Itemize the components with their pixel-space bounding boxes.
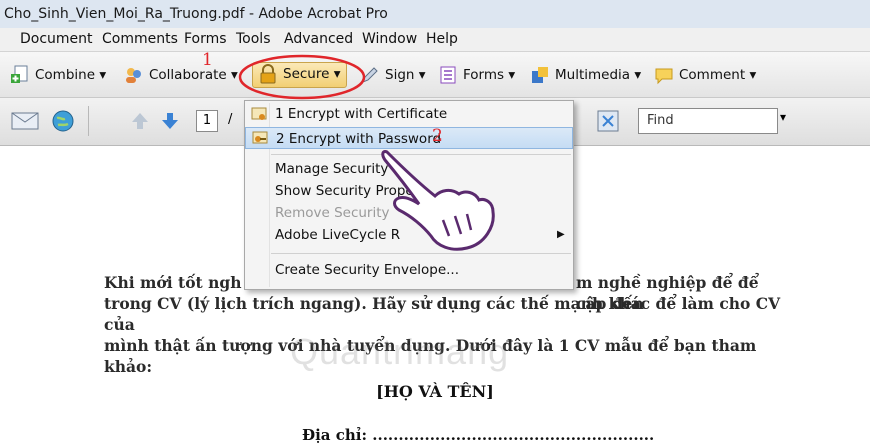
menu-item-label: Remove Security [275, 205, 390, 221]
paragraph-line-1b: m nghề nghiệp để để cập đến [576, 273, 759, 313]
address-line: Địa chỉ: ...............................… [302, 426, 655, 444]
collaborate-button[interactable]: Collaborate ▾ [124, 64, 238, 86]
page-separator: / [228, 112, 233, 127]
fit-page-icon[interactable] [596, 109, 620, 133]
toolbar-divider [88, 106, 89, 136]
multimedia-label: Multimedia [555, 67, 631, 83]
step-2-label: 2 [432, 126, 443, 146]
paragraph-line-1a: Khi mới tốt ngh [104, 273, 242, 292]
comment-label: Comment [679, 67, 746, 83]
collaborate-label: Collaborate [149, 67, 227, 83]
document-heading: [HỌ VÀ TÊN] [376, 382, 494, 401]
menu-window[interactable]: Window [362, 31, 417, 47]
menu-item-encrypt-password[interactable]: 2 Encrypt with Password [245, 127, 573, 149]
globe-icon[interactable] [50, 109, 76, 133]
certificate-icon [251, 107, 267, 120]
menu-forms[interactable]: Forms [184, 31, 227, 47]
menu-item-label: Adobe LiveCycle R [275, 227, 401, 243]
forms-button[interactable]: Forms ▾ [438, 64, 515, 86]
step-1-label: 1 [202, 50, 213, 70]
menu-tools[interactable]: Tools [236, 31, 271, 47]
email-icon[interactable] [10, 110, 40, 132]
menu-item-label: Create Security Envelope... [275, 262, 460, 278]
combine-icon [11, 65, 28, 83]
next-page-icon[interactable] [160, 111, 180, 131]
menu-item-show-security-properties[interactable]: Show Security Prope [245, 180, 573, 202]
window-title: Cho_Sinh_Vien_Moi_Ra_Truong.pdf - Adobe … [0, 0, 870, 28]
collaborate-icon [126, 68, 141, 83]
menu-item-adobe-livecycle[interactable]: Adobe LiveCycle R ment ▶ [245, 224, 573, 246]
forms-icon [440, 66, 456, 84]
sign-label: Sign [385, 67, 415, 83]
menu-item-label-tail: ment [443, 227, 479, 243]
forms-label: Forms [463, 67, 505, 83]
menu-document[interactable]: Document [20, 31, 93, 47]
find-dropdown-arrow[interactable]: ▾ [780, 110, 786, 124]
menu-item-remove-security[interactable]: Remove Security [245, 202, 573, 224]
menu-item-label: Show Security Prope [275, 183, 414, 199]
menu-item-create-security-envelope[interactable]: Create Security Envelope... [245, 259, 573, 281]
secure-button[interactable]: Secure ▾ [252, 62, 347, 88]
find-input[interactable]: Find [638, 108, 778, 134]
sign-button[interactable]: Sign ▾ [360, 64, 426, 86]
menu-item-label: Manage Security [275, 161, 389, 177]
multimedia-icon [532, 67, 548, 83]
pen-icon [362, 67, 378, 83]
password-key-icon [252, 131, 268, 144]
menu-item-manage-security[interactable]: Manage Security [245, 158, 573, 180]
menu-item-encrypt-certificate[interactable]: 1 Encrypt with Certificate [245, 103, 573, 125]
menu-separator [271, 154, 571, 155]
menu-advanced[interactable]: Advanced [284, 31, 353, 47]
page-number-input[interactable]: 1 [196, 110, 218, 132]
comment-icon [655, 68, 673, 85]
task-toolbar: Combine ▾ Collaborate ▾ Secure ▾ Sign ▾ … [0, 52, 870, 98]
previous-page-icon[interactable] [130, 111, 150, 131]
secure-label: Secure [283, 66, 330, 82]
submenu-arrow-icon: ▶ [557, 229, 565, 240]
lock-icon [260, 64, 276, 84]
menu-bar: Document Comments Forms Tools Advanced W… [0, 28, 870, 52]
menu-help[interactable]: Help [426, 31, 458, 47]
combine-button[interactable]: Combine ▾ [10, 64, 106, 86]
menu-comments[interactable]: Comments [102, 31, 178, 47]
comment-button[interactable]: Comment ▾ [654, 64, 756, 86]
menu-item-label: 2 Encrypt with Password [276, 131, 442, 147]
multimedia-button[interactable]: Multimedia ▾ [530, 64, 641, 86]
find-placeholder: Find [647, 113, 674, 128]
menu-separator [271, 253, 571, 254]
combine-label: Combine [35, 67, 96, 83]
menu-item-label: 1 Encrypt with Certificate [275, 106, 448, 122]
watermark: Quantrimang [290, 331, 510, 372]
security-dropdown-menu: 1 Encrypt with Certificate 2 Encrypt wit… [244, 100, 574, 290]
